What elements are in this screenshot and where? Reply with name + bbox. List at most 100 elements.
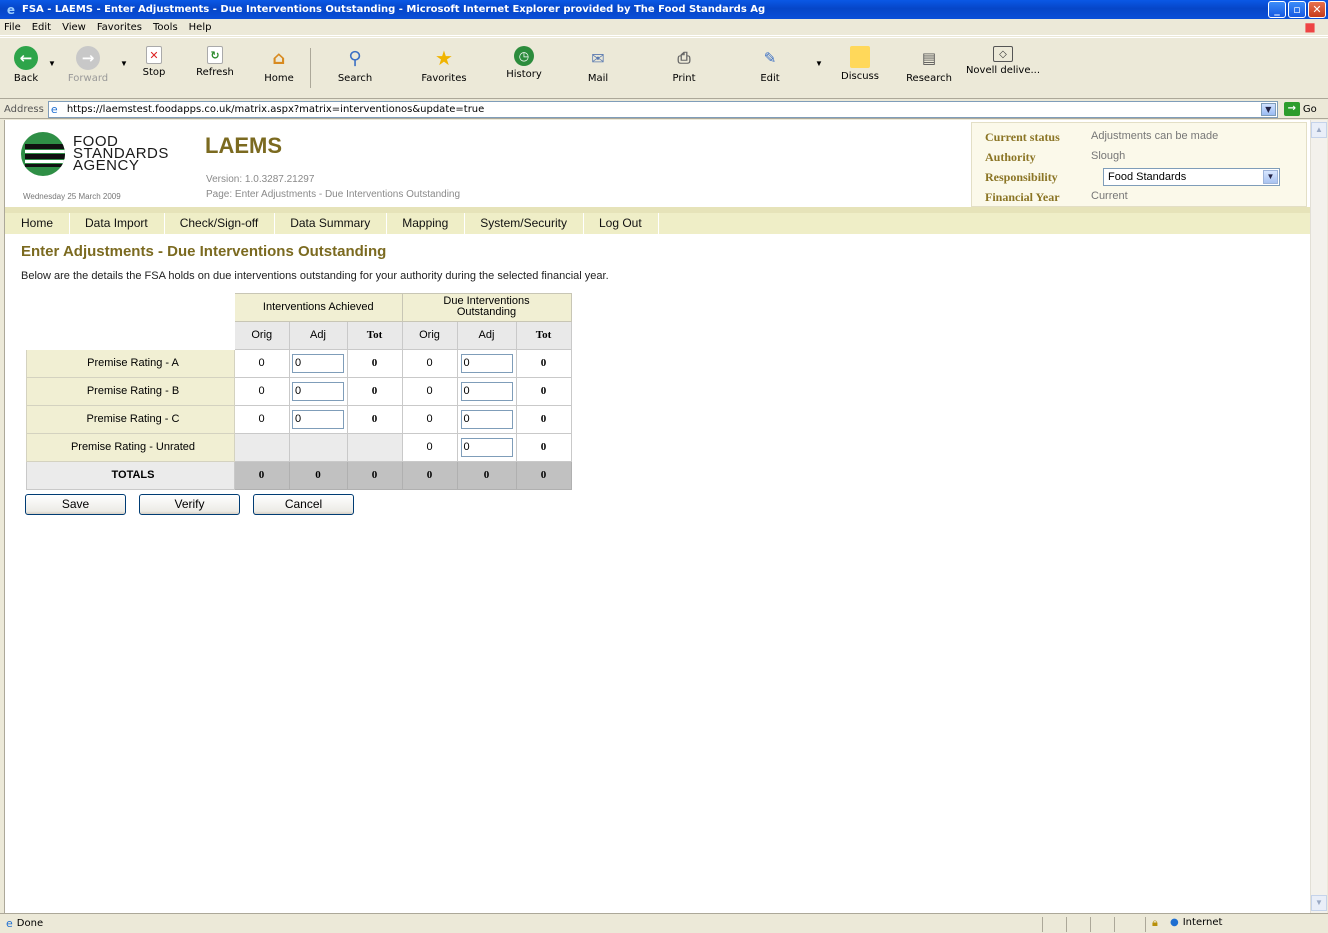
empty-cell [233, 432, 290, 462]
stop-button[interactable]: ✕ Stop [130, 42, 178, 96]
stop-icon: ✕ [146, 46, 162, 64]
edit-dropdown[interactable]: ▼ [813, 42, 825, 68]
favorites-button[interactable]: ★ Favorites [395, 42, 493, 96]
browser-window: e FSA - LAEMS - Enter Adjustments - Due … [0, 0, 1328, 933]
nav-log-out[interactable]: Log Out [584, 213, 659, 234]
total-value: 0 [456, 460, 517, 490]
due-tot: 0 [515, 404, 572, 434]
toolbar-separator [310, 48, 311, 88]
due-tot: 0 [515, 376, 572, 406]
menu-view[interactable]: View [62, 22, 86, 33]
status-divider [1114, 917, 1115, 932]
back-dropdown[interactable]: ▼ [46, 42, 58, 68]
edit-icon: ✎ [763, 49, 777, 67]
due-adj-input[interactable]: 0 [460, 409, 513, 429]
col-adj: Adj [288, 320, 348, 350]
home-button[interactable]: ⌂ Home [252, 42, 306, 96]
achieved-tot: 0 [346, 404, 403, 434]
due-adj-input[interactable]: 0 [460, 381, 513, 401]
research-button[interactable]: ▤ Research [895, 42, 963, 96]
menu-help[interactable]: Help [189, 22, 212, 33]
menu-file[interactable]: File [4, 22, 21, 33]
status-divider [1042, 917, 1043, 932]
adjustments-table: Interventions Achieved Due Interventions… [25, 292, 572, 490]
search-button[interactable]: ⚲ Search [315, 42, 395, 96]
table-row: Premise Rating - A 0 0 0 0 0 0 [25, 348, 572, 378]
status-panel: Current status Adjustments can be made A… [971, 122, 1307, 207]
novell-icon: ◇ [993, 46, 1013, 62]
research-icon: ▤ [921, 49, 937, 67]
status-current: Current status Adjustments can be made [985, 130, 1219, 144]
total-value: 0 [401, 460, 458, 490]
maximize-button[interactable]: ▫ [1288, 1, 1306, 18]
address-dropdown-button[interactable]: ▼ [1260, 102, 1276, 116]
print-button[interactable]: ⎙ Print [641, 42, 727, 96]
intro-text: Below are the details the FSA holds on d… [21, 270, 609, 282]
form-buttons: Save Verify Cancel [25, 494, 367, 515]
due-adj-input[interactable]: 0 [460, 437, 513, 457]
mail-icon: ✉ [591, 48, 605, 68]
nav-mapping[interactable]: Mapping [387, 213, 466, 234]
discuss-button[interactable]: Discuss [825, 42, 895, 96]
history-button[interactable]: ◷ History [493, 42, 555, 96]
verify-button[interactable]: Verify [139, 494, 240, 515]
fsa-logo-mark-icon [21, 132, 65, 176]
achieved-adj-input[interactable]: 0 [292, 353, 344, 373]
refresh-icon: ↻ [207, 46, 223, 64]
menu-tools[interactable]: Tools [153, 22, 178, 33]
table-row: Premise Rating - C 0 0 0 0 0 0 [25, 404, 572, 434]
achieved-adj-cell: 0 [288, 348, 348, 378]
nav-data-summary[interactable]: Data Summary [275, 213, 388, 234]
chevron-down-icon: ▼ [1263, 170, 1278, 184]
nav-system-security[interactable]: System/Security [465, 213, 584, 234]
print-icon: ⎙ [677, 48, 691, 67]
save-button[interactable]: Save [25, 494, 126, 515]
nav-data-import[interactable]: Data Import [70, 213, 165, 234]
page-name-text: Page: Enter Adjustments - Due Interventi… [206, 189, 461, 200]
totals-label: TOTALS [25, 460, 235, 490]
go-button[interactable]: → Go [1283, 102, 1317, 116]
col-adj: Adj [456, 320, 517, 350]
status-authority: Authority Slough [985, 150, 1126, 164]
address-bar: Address e https://laemstest.foodapps.co.… [0, 100, 1328, 119]
achieved-adj-input[interactable]: 0 [292, 409, 344, 429]
back-button[interactable]: ← Back [6, 42, 46, 96]
fsa-logo-text: FOOD STANDARDS AGENCY [73, 133, 169, 174]
nav-check-signoff[interactable]: Check/Sign-off [165, 213, 276, 234]
menu-bar: File Edit View Favorites Tools Help ■ [0, 19, 1328, 36]
refresh-button[interactable]: ↻ Refresh [178, 42, 252, 96]
status-text: Done [16, 918, 44, 929]
address-input[interactable]: e https://laemstest.foodapps.co.uk/matri… [47, 100, 1278, 118]
scroll-down-icon[interactable]: ▼ [1311, 895, 1327, 911]
main-content: Enter Adjustments - Due Interventions Ou… [21, 243, 609, 282]
title-bar: e FSA - LAEMS - Enter Adjustments - Due … [0, 0, 1328, 19]
due-orig: 0 [401, 348, 458, 378]
cancel-button[interactable]: Cancel [253, 494, 354, 515]
scroll-up-icon[interactable]: ▲ [1311, 122, 1327, 138]
forward-dropdown[interactable]: ▼ [118, 42, 130, 68]
close-button[interactable]: ✕ [1308, 1, 1326, 18]
due-adj-input[interactable]: 0 [460, 353, 513, 373]
menu-favorites[interactable]: Favorites [97, 22, 142, 33]
main-nav: Home Data Import Check/Sign-off Data Sum… [5, 207, 1310, 234]
edit-button[interactable]: ✎ Edit [727, 42, 813, 96]
status-divider [1090, 917, 1091, 932]
favorites-star-icon: ★ [435, 46, 453, 70]
col-tot: Tot [515, 320, 572, 350]
due-orig: 0 [401, 432, 458, 462]
app-title: LAEMS [205, 133, 282, 158]
achieved-adj-input[interactable]: 0 [292, 381, 344, 401]
totals-row: TOTALS 0 0 0 0 0 0 [25, 460, 572, 490]
achieved-tot: 0 [346, 376, 403, 406]
minimize-button[interactable]: _ [1268, 1, 1286, 18]
vertical-scrollbar[interactable]: ▲ ▼ [1310, 120, 1327, 913]
total-value: 0 [346, 460, 403, 490]
go-arrow-icon: → [1283, 102, 1300, 116]
forward-button[interactable]: → Forward [58, 42, 118, 96]
mail-button[interactable]: ✉ Mail [555, 42, 641, 96]
nav-home[interactable]: Home [5, 213, 71, 234]
menu-edit[interactable]: Edit [32, 22, 51, 33]
responsibility-select[interactable]: Food Standards ▼ [1103, 168, 1280, 186]
empty-cell [346, 432, 403, 462]
novell-button[interactable]: ◇ Novell delive... [963, 42, 1043, 96]
